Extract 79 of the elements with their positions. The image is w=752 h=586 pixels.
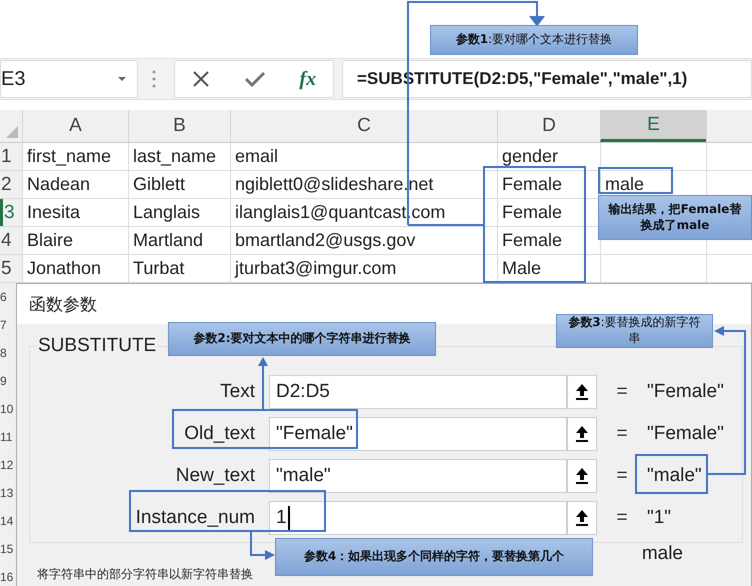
column-header[interactable]: C bbox=[230, 110, 497, 142]
argument-result: "1" bbox=[647, 507, 672, 529]
column-header[interactable]: A bbox=[22, 110, 128, 142]
formula-result: male bbox=[642, 543, 683, 565]
argument-result: "Female" bbox=[647, 381, 724, 403]
table-cell: Martland bbox=[133, 230, 204, 251]
callout-note: 参数1:要对哪个文本进行替换 bbox=[430, 25, 638, 55]
callout-note: 参数2:要对文本中的哪个字符串进行替换 bbox=[168, 322, 436, 356]
argument-label: Text bbox=[219, 381, 256, 403]
table-cell: first_name bbox=[27, 146, 112, 167]
table-cell: Langlais bbox=[133, 202, 200, 223]
table-cell: male bbox=[605, 174, 644, 195]
caret-icon bbox=[117, 76, 127, 82]
callout-note: 输出结果，把Female替换成了male bbox=[598, 195, 752, 240]
collapse-button[interactable] bbox=[567, 501, 597, 535]
table-cell: last_name bbox=[133, 146, 216, 167]
argument-field[interactable]: D2:D5 bbox=[269, 375, 567, 409]
arrow bbox=[250, 531, 275, 560]
argument-label: Old_text bbox=[183, 423, 256, 445]
dialog-title: 函数参数 bbox=[29, 294, 97, 316]
table-cell: Giblett bbox=[133, 174, 186, 195]
table-cell: Nadean bbox=[27, 174, 90, 195]
upload-arrow-icon bbox=[575, 383, 589, 401]
collapse-button[interactable] bbox=[567, 459, 597, 493]
upload-arrow-icon bbox=[575, 509, 589, 527]
arrow bbox=[258, 357, 268, 410]
row-header[interactable]: 14 bbox=[0, 507, 16, 535]
row-header[interactable]: 9 bbox=[0, 367, 16, 395]
table-cell: jturbat3@imgur.com bbox=[235, 258, 396, 279]
row-header[interactable]: 1 bbox=[0, 143, 22, 170]
table-cell: Blaire bbox=[27, 230, 74, 251]
argument-field[interactable]: "Female" bbox=[269, 417, 567, 451]
argument-result: "male" bbox=[647, 465, 702, 487]
row-header[interactable]: 16 bbox=[0, 563, 16, 586]
collapse-button[interactable] bbox=[567, 417, 597, 451]
row-header[interactable]: 5 bbox=[0, 255, 22, 282]
row-header[interactable]: 2 bbox=[0, 171, 22, 198]
insert-function-button[interactable]: fx bbox=[299, 68, 316, 90]
equals-sign: = bbox=[615, 465, 629, 487]
row-header[interactable]: 3 bbox=[0, 199, 22, 226]
name-box[interactable]: E3 bbox=[0, 60, 138, 98]
row-header[interactable]: 11 bbox=[0, 423, 16, 451]
triangle-icon bbox=[5, 125, 19, 139]
row-header[interactable]: 12 bbox=[0, 451, 16, 479]
check-icon[interactable] bbox=[244, 70, 266, 88]
table-cell: Jonathon bbox=[27, 258, 102, 279]
row-header[interactable]: 15 bbox=[0, 535, 16, 563]
table-cell: Male bbox=[502, 258, 542, 279]
equals-sign: = bbox=[615, 507, 629, 529]
cancel-icon[interactable] bbox=[192, 70, 210, 88]
table-cell: Inesita bbox=[27, 202, 80, 223]
table-cell: Female bbox=[502, 230, 562, 251]
row-header[interactable]: 4 bbox=[0, 227, 22, 254]
upload-arrow-icon bbox=[575, 467, 589, 485]
table-cell: Female bbox=[502, 174, 562, 195]
callout-note: 参数3:要替换成的新字符串 bbox=[556, 314, 713, 348]
table-cell: gender bbox=[502, 146, 558, 167]
row-header[interactable]: 13 bbox=[0, 479, 16, 507]
table-cell: Turbat bbox=[133, 258, 184, 279]
row-header[interactable]: 10 bbox=[0, 395, 16, 423]
row-header[interactable]: 8 bbox=[0, 339, 16, 367]
upload-arrow-icon bbox=[575, 425, 589, 443]
collapse-button[interactable] bbox=[567, 375, 597, 409]
table-cell: email bbox=[235, 146, 278, 167]
row-header[interactable]: 7 bbox=[0, 311, 16, 339]
argument-result: "Female" bbox=[647, 423, 724, 445]
argument-field[interactable]: "male" bbox=[269, 459, 567, 493]
argument-field[interactable]: 1 bbox=[269, 501, 567, 535]
equals-sign: = bbox=[615, 423, 629, 445]
table-cell: bmartland2@usgs.gov bbox=[235, 230, 416, 251]
argument-label: Instance_num bbox=[134, 507, 256, 529]
argument-label: New_text bbox=[174, 465, 256, 487]
column-header[interactable]: B bbox=[128, 110, 230, 142]
equals-sign: = bbox=[615, 381, 629, 403]
row-header[interactable]: 6 bbox=[0, 283, 16, 311]
drag-handle-icon[interactable] bbox=[152, 70, 156, 88]
column-header[interactable]: E bbox=[600, 110, 706, 142]
callout-note: 参数4：如果出现多个同样的字符，要替换第几个 bbox=[275, 538, 593, 576]
table-cell: Female bbox=[502, 202, 562, 223]
